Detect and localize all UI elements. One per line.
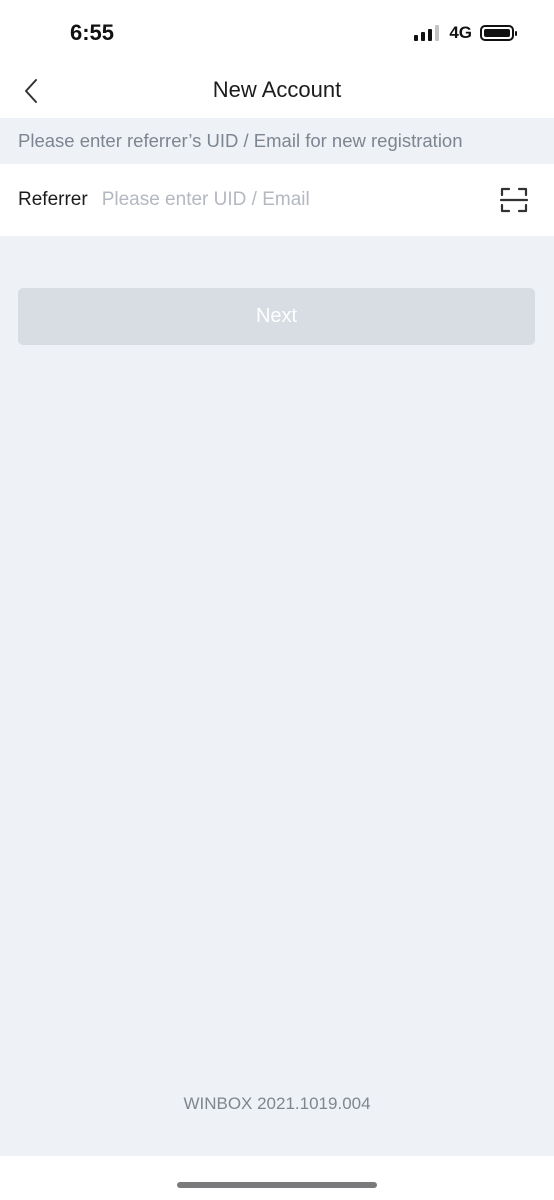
referrer-label: Referrer (18, 189, 88, 210)
status-time: 6:55 (70, 20, 115, 45)
nav-bar: New Account (0, 64, 554, 118)
home-indicator[interactable] (177, 1182, 377, 1188)
status-indicators: 4G (414, 22, 517, 44)
page-title: New Account (212, 77, 342, 102)
referrer-input[interactable] (101, 180, 494, 220)
home-indicator-area (0, 1156, 554, 1200)
referrer-hint: Please enter referrer’s UID / Email for … (0, 118, 554, 164)
referrer-row: Referrer (0, 164, 554, 236)
next-button[interactable]: Next (18, 288, 535, 345)
status-bar: 6:55 4G (0, 0, 554, 64)
cellular-signal-icon (414, 25, 440, 41)
screen: 6:55 4G New Account Please enter referre… (0, 0, 554, 1200)
version-text: WINBOX 2021.1019.004 (183, 1094, 371, 1113)
battery-icon (480, 25, 517, 41)
scan-frame-icon (500, 187, 528, 213)
network-type: 4G (449, 23, 472, 42)
scan-button[interactable] (494, 180, 534, 220)
